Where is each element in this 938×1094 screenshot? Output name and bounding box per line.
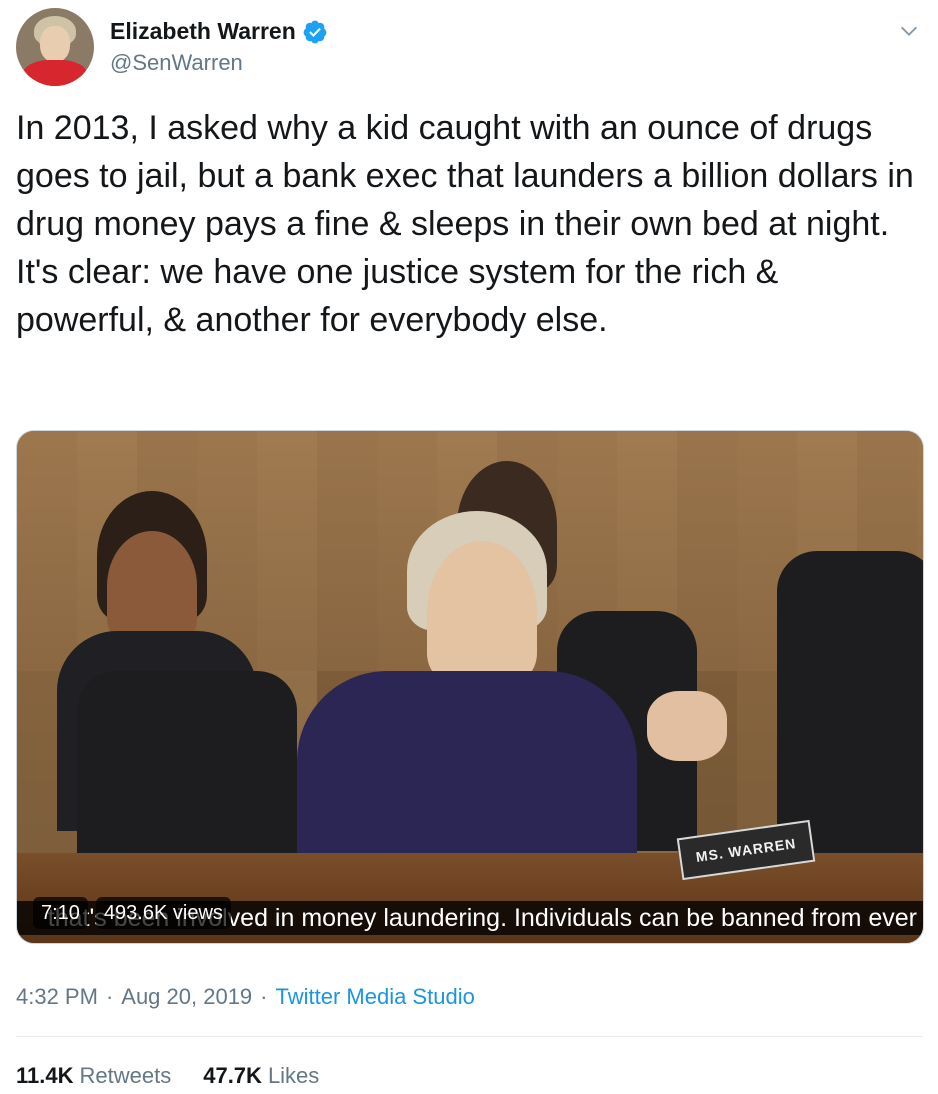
avatar[interactable] (16, 8, 94, 86)
video-person-left-face (107, 531, 197, 641)
retweets-count: 11.4K (16, 1063, 74, 1088)
video-badges: 7:10 493.6K views (33, 897, 231, 929)
tweet-text: In 2013, I asked why a kid caught with a… (16, 109, 914, 339)
video-duration: 7:10 (33, 897, 88, 929)
tweet-time[interactable]: 4:32 PM (16, 984, 98, 1010)
meta-separator: · (105, 984, 114, 1009)
author-name-row[interactable]: Elizabeth Warren (110, 18, 328, 45)
likes-count: 47.7K (203, 1063, 262, 1088)
tweet-stats: 11.4K Retweets 47.7K Likes (16, 1063, 319, 1089)
author-display-name[interactable]: Elizabeth Warren (110, 18, 296, 45)
video-player[interactable]: MS. WARREN that's been involved in money… (16, 430, 924, 944)
tweet-source-link[interactable]: Twitter Media Studio (276, 984, 475, 1010)
avatar-body (22, 60, 88, 86)
retweets-label: Retweets (79, 1063, 172, 1088)
likes-label: Likes (267, 1063, 320, 1088)
video-speaker-hand (647, 691, 727, 761)
divider (16, 1036, 922, 1037)
author-handle[interactable]: @SenWarren (110, 50, 243, 76)
verified-badge-icon (303, 20, 327, 43)
video-speaker-face (427, 541, 537, 681)
tweet-meta: 4:32 PM · Aug 20, 2019 · Twitter Media S… (16, 984, 475, 1010)
likes-stat[interactable]: 47.7K Likes (203, 1063, 319, 1089)
video-chair-right (777, 551, 923, 861)
avatar-face (40, 26, 70, 62)
tweet-date[interactable]: Aug 20, 2019 (121, 984, 252, 1010)
chevron-down-icon[interactable] (898, 20, 920, 42)
video-views: 493.6K views (95, 897, 231, 929)
meta-separator: · (260, 984, 268, 1009)
retweets-stat[interactable]: 11.4K Retweets (16, 1063, 171, 1089)
